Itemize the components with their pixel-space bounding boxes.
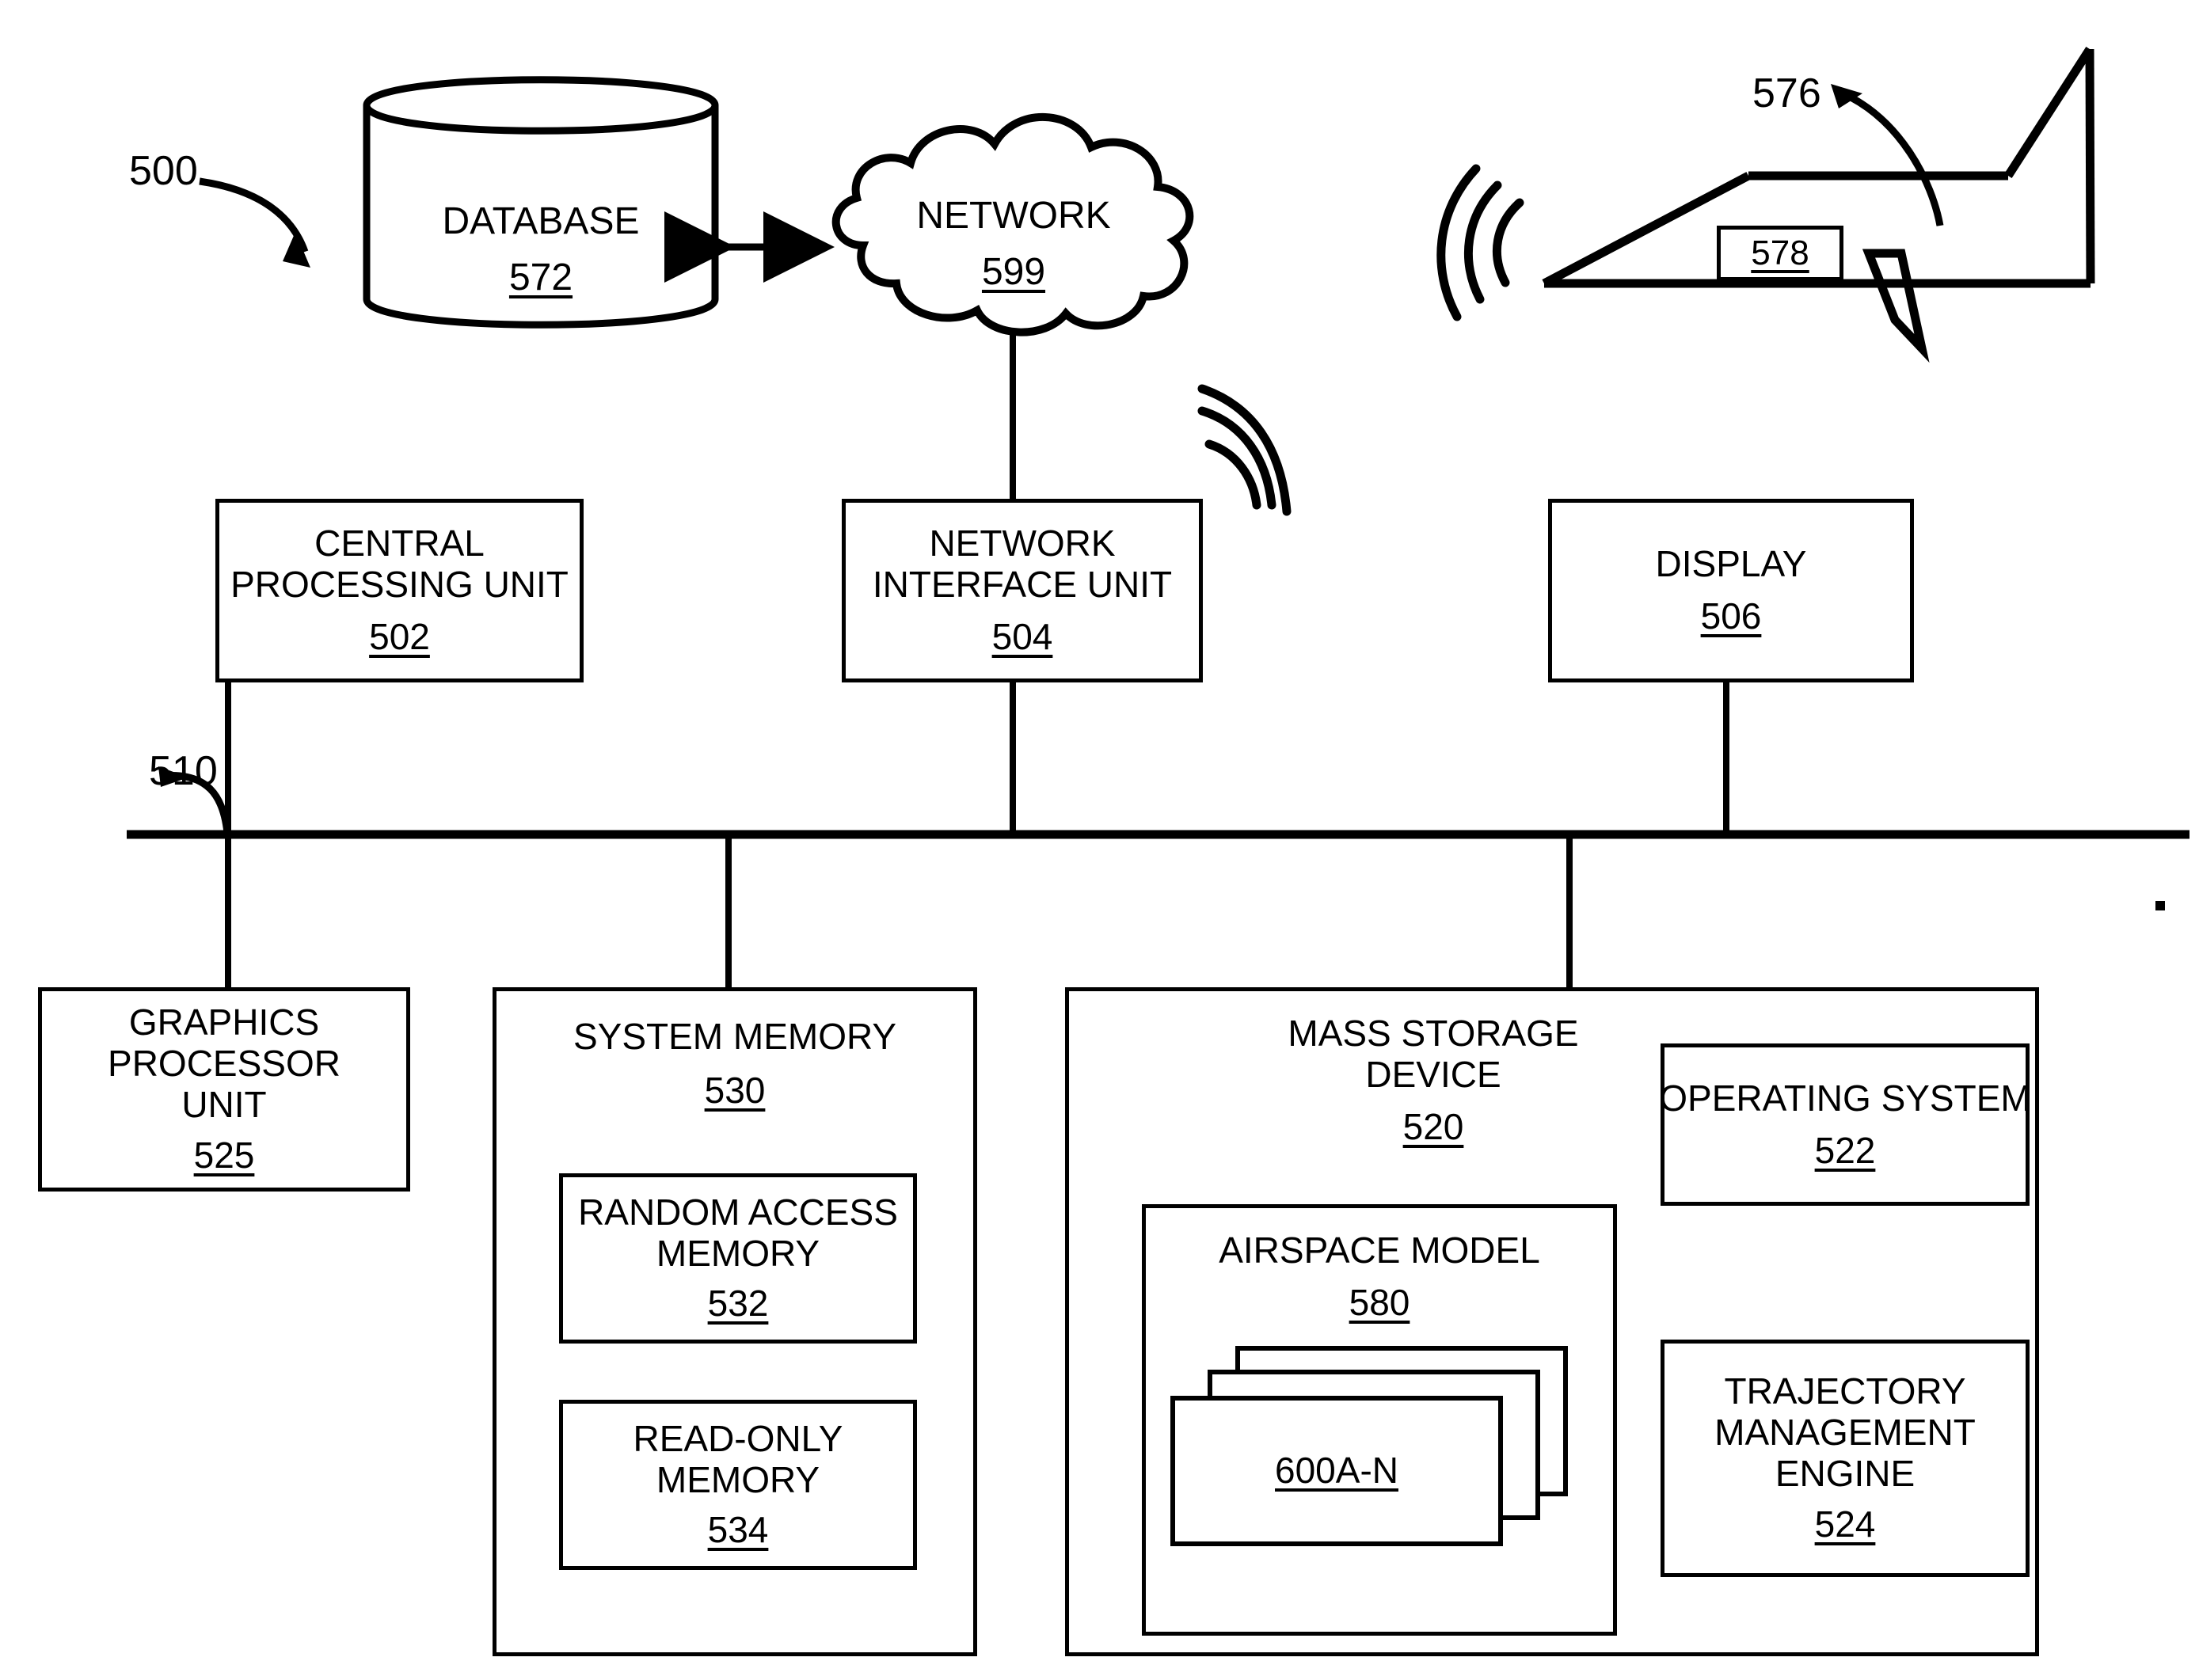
- callout-arrow-576: [1839, 89, 1944, 226]
- patent-figure-canvas: 500 DATABASE 572 NETWORK 599 576 578 CEN…: [0, 0, 2199, 1680]
- mass-storage-label-line1: MASS STORAGE: [1288, 1013, 1579, 1054]
- tme-label-line3: ENGINE: [1775, 1453, 1916, 1494]
- operating-system-ref: 522: [1814, 1129, 1876, 1171]
- read-only-memory-box: READ-ONLY MEMORY 534: [559, 1400, 917, 1570]
- database-label-group: DATABASE 572: [367, 200, 715, 299]
- network-interface-unit-box: NETWORK INTERFACE UNIT 504: [842, 499, 1203, 682]
- network-label-group: NETWORK 599: [863, 194, 1164, 294]
- gpu-label-line2: PROCESSOR: [108, 1043, 341, 1085]
- aircraft-tag-578: 578: [1717, 226, 1843, 281]
- operating-system-label: OPERATING SYSTEM: [1659, 1077, 2031, 1119]
- rom-label-line1: READ-ONLY: [633, 1417, 843, 1459]
- scan-artifact-dot: [2155, 901, 2165, 910]
- random-access-memory-box: RANDOM ACCESS MEMORY 532: [559, 1173, 917, 1344]
- aircraft-ref-576: 576: [1752, 70, 1821, 116]
- niu-label-line2: INTERFACE UNIT: [872, 564, 1173, 606]
- tme-label-line1: TRAJECTORY: [1724, 1370, 1966, 1412]
- gpu-label-line3: UNIT: [181, 1084, 267, 1125]
- graphics-processor-unit-box: GRAPHICS PROCESSOR UNIT 525: [38, 987, 410, 1192]
- network-signal-waves-icon: [1197, 384, 1292, 516]
- callout-arrow-500: [199, 177, 309, 253]
- airspace-model-ref: 580: [1349, 1281, 1410, 1323]
- gpu-ref: 525: [193, 1134, 255, 1176]
- database-ref: 572: [508, 257, 573, 298]
- airspace-sheet-front: 600A-N: [1170, 1396, 1503, 1546]
- mass-storage-ref: 520: [1402, 1105, 1464, 1147]
- system-memory-label: SYSTEM MEMORY: [573, 1016, 897, 1057]
- aircraft-signal-waves-icon: [1436, 164, 1524, 321]
- ram-label-line2: MEMORY: [656, 1232, 820, 1274]
- ram-ref: 532: [707, 1283, 769, 1325]
- network-ref: 599: [981, 251, 1046, 293]
- system-memory-ref: 530: [704, 1069, 766, 1111]
- trajectory-management-engine-box: TRAJECTORY MANAGEMENT ENGINE 524: [1661, 1340, 2030, 1577]
- mass-storage-label-line2: DEVICE: [1365, 1053, 1501, 1095]
- bus-ref-510: 510: [149, 748, 218, 794]
- central-processing-unit-box: CENTRAL PROCESSING UNIT 502: [215, 499, 584, 682]
- airspace-model-label: AIRSPACE MODEL: [1219, 1230, 1540, 1271]
- aircraft-tag-ref: 578: [1751, 234, 1809, 273]
- system-ref-500: 500: [129, 148, 198, 194]
- cpu-ref: 502: [369, 615, 430, 657]
- cpu-label-line1: CENTRAL: [314, 523, 485, 564]
- display-box: DISPLAY 506: [1548, 499, 1914, 682]
- rom-ref: 534: [707, 1509, 769, 1551]
- niu-label-line1: NETWORK: [929, 523, 1116, 564]
- database-label: DATABASE: [442, 200, 640, 242]
- tme-ref: 524: [1814, 1503, 1876, 1545]
- tme-label-line2: MANAGEMENT: [1714, 1412, 1976, 1454]
- operating-system-box: OPERATING SYSTEM 522: [1659, 1043, 2031, 1206]
- ram-label-line1: RANDOM ACCESS: [578, 1191, 898, 1233]
- rom-label-line2: MEMORY: [656, 1458, 820, 1500]
- airspace-sheets-ref: 600A-N: [1275, 1450, 1398, 1492]
- network-label: NETWORK: [916, 195, 1111, 237]
- display-label: DISPLAY: [1655, 543, 1807, 585]
- gpu-label-line1: GRAPHICS: [128, 1002, 320, 1043]
- niu-ref: 504: [991, 615, 1053, 657]
- cpu-label-line2: PROCESSING UNIT: [230, 564, 569, 606]
- display-ref: 506: [1700, 595, 1762, 637]
